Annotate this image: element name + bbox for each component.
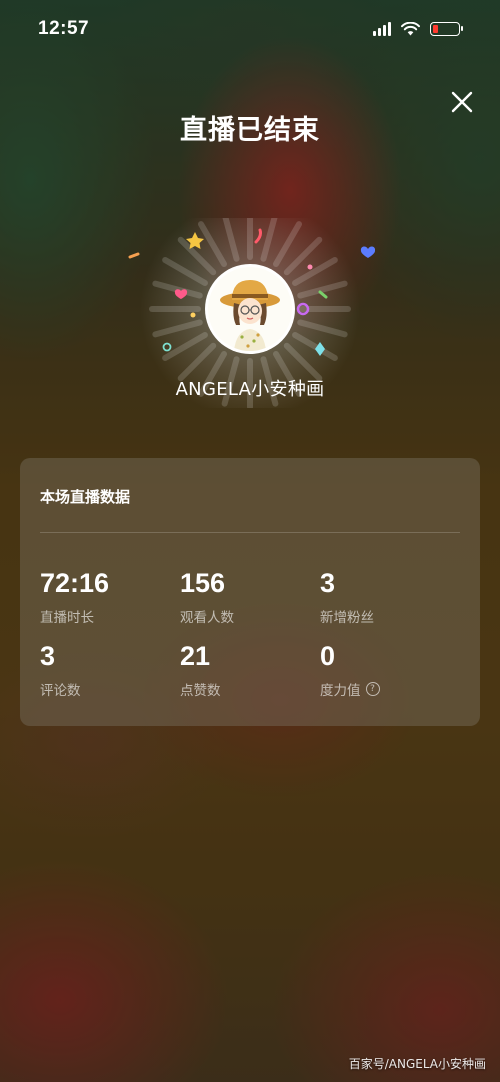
- avatar: [205, 264, 295, 354]
- stat-comments: 3 评论数: [40, 641, 180, 699]
- battery-level: [433, 25, 438, 33]
- confetti-dot: [307, 264, 313, 270]
- stat-value: 72:16: [40, 568, 110, 598]
- stats-card-title: 本场直播数据: [40, 488, 131, 506]
- stat-label: 度力值 ?: [320, 679, 460, 699]
- stat-label-text: 点赞数: [180, 683, 221, 699]
- stat-duration: 72:16 直播时长: [40, 568, 180, 626]
- stat-label-text: 直播时长: [40, 610, 94, 626]
- status-bar: 12:57: [0, 0, 500, 58]
- stat-value: 3: [40, 641, 56, 671]
- help-icon[interactable]: ?: [365, 682, 380, 696]
- user-name[interactable]: ANGELA小安种画: [0, 375, 500, 401]
- stat-label-text: 观看人数: [180, 610, 234, 626]
- live-stats-card: 本场直播数据 72:16 直播时长 156 观看人数 3 新增粉丝 3 评论数 …: [20, 458, 480, 726]
- stat-label: 评论数: [40, 679, 180, 699]
- stat-viewers: 156 观看人数: [180, 568, 320, 626]
- stat-label-text: 新增粉丝: [320, 610, 374, 626]
- stat-label-text: 度力值: [320, 683, 361, 699]
- stat-label: 观看人数: [180, 606, 320, 626]
- stat-power-value: 0 度力值 ?: [320, 641, 460, 699]
- divider: [40, 532, 460, 533]
- avatar-illustration: [208, 267, 292, 351]
- stat-label: 直播时长: [40, 606, 180, 626]
- stat-label: 点赞数: [180, 679, 320, 699]
- page-title: 直播已结束: [180, 115, 320, 146]
- stat-label-text: 评论数: [40, 683, 81, 699]
- heart-blue-icon: [360, 246, 375, 258]
- battery-icon: [430, 22, 463, 36]
- wifi-icon: [401, 22, 420, 36]
- confetti-dash: [128, 252, 140, 259]
- stat-value: 21: [180, 641, 211, 671]
- confetti-dot: [190, 312, 196, 318]
- stat-value: 0: [320, 641, 336, 671]
- stat-value: 3: [320, 568, 336, 598]
- stat-label: 新增粉丝: [320, 606, 460, 626]
- watermark: 百家号/ANGELA小安种画: [348, 1057, 486, 1071]
- cellular-signal-icon: [373, 22, 391, 36]
- status-icons: [373, 22, 463, 36]
- status-time: 12:57: [38, 18, 90, 39]
- stat-new-followers: 3 新增粉丝: [320, 568, 460, 626]
- stat-value: 156: [180, 568, 226, 598]
- stat-likes: 21 点赞数: [180, 641, 320, 699]
